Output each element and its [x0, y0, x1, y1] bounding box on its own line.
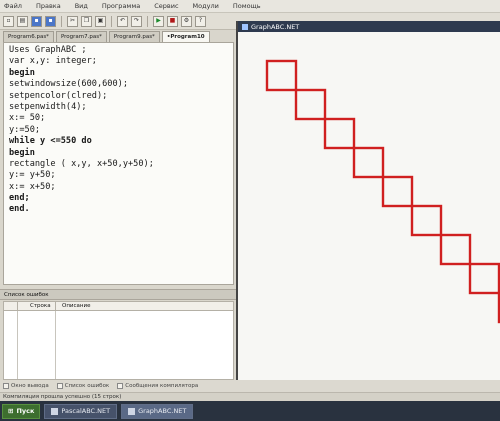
bottom-panel-tabs: Окно вывода Список ошибок Сообщения комп… — [0, 380, 500, 392]
code-line: end. — [9, 204, 30, 215]
drawing-surface — [265, 59, 500, 324]
taskbar: ⊞ Пуск PascalABC.NET GraphABC.NET — [0, 401, 500, 421]
red-square — [352, 146, 385, 179]
paste-icon[interactable]: ▣ — [95, 15, 106, 27]
windows-logo-icon: ⊞ — [8, 407, 14, 415]
code-line: x:= 50; — [9, 113, 46, 124]
error-list-header: Строка Описание — [3, 301, 234, 311]
run-icon[interactable]: ▶ — [153, 15, 164, 27]
start-button[interactable]: ⊞ Пуск — [2, 403, 41, 419]
error-list-col — [18, 311, 56, 379]
toolbar-divider — [147, 15, 148, 27]
code-line: Uses GraphABC ; — [9, 45, 87, 55]
new-file-icon[interactable]: ▫ — [3, 15, 14, 27]
tab-compiler-label: Сообщения компилятора — [125, 383, 199, 389]
tab-program9[interactable]: Program9.pas* — [108, 31, 160, 42]
code-line: rectangle ( x,y, x+50,y+50); — [9, 158, 154, 169]
error-icon-column — [4, 302, 18, 310]
tab-output-label: Окно вывода — [11, 383, 49, 389]
red-square — [468, 262, 500, 295]
drawing-canvas[interactable] — [238, 32, 500, 380]
menu-edit[interactable]: Правка — [36, 2, 61, 10]
red-square — [294, 88, 327, 121]
menu-bar: Файл Правка Вид Программа Сервис Модули … — [0, 0, 500, 13]
error-col-line[interactable]: Строка — [18, 302, 56, 310]
toolbar-divider — [111, 15, 112, 27]
menu-view[interactable]: Вид — [75, 2, 88, 10]
taskbar-item-graphabc[interactable]: GraphABC.NET — [121, 403, 194, 419]
graphabc-title-bar[interactable]: GraphABC.NET — [238, 21, 500, 32]
code-editor[interactable]: Uses GraphABC ; var x,y: integer; begin set… — [3, 42, 234, 285]
code-line: while y <=550 do — [9, 136, 92, 147]
code-line: end; — [9, 193, 30, 204]
code-line: x:= x+50; — [9, 181, 56, 192]
taskbar-item-pascal[interactable]: PascalABC.NET — [44, 403, 118, 419]
tab-output[interactable]: Окно вывода — [3, 383, 49, 389]
code-line: begin — [9, 67, 35, 78]
red-square — [381, 175, 414, 208]
compiler-messages-icon — [117, 383, 124, 389]
code-line: begin — [9, 147, 35, 158]
code-line: setpencolor(clred); — [9, 90, 108, 101]
tab-program10[interactable]: •Program10 — [161, 31, 210, 42]
error-col-description[interactable]: Описание — [56, 302, 90, 310]
taskbar-item-pascal-label: PascalABC.NET — [61, 407, 111, 415]
red-square — [323, 117, 356, 150]
graphabc-window-icon — [242, 23, 248, 30]
error-list-title: Список ошибок — [0, 289, 236, 300]
error-list-col — [4, 311, 18, 379]
error-list-icon — [56, 383, 63, 389]
red-square — [410, 204, 443, 237]
redo-icon[interactable]: ↷ — [131, 15, 142, 27]
copy-icon[interactable]: ❐ — [81, 15, 92, 27]
menu-help[interactable]: Помощь — [233, 2, 261, 10]
code-line: setpenwidth(4); — [9, 101, 87, 112]
tab-errors[interactable]: Список ошибок — [56, 383, 110, 389]
cut-icon[interactable]: ✂ — [67, 15, 78, 27]
menu-modules[interactable]: Модули — [193, 2, 219, 10]
help-icon[interactable]: ? — [195, 15, 206, 27]
tab-compiler-messages[interactable]: Сообщения компилятора — [117, 383, 198, 389]
start-label: Пуск — [16, 407, 35, 415]
stop-icon[interactable]: ■ — [167, 15, 178, 27]
error-list[interactable] — [3, 311, 234, 380]
tab-program7[interactable]: Program7.pas* — [55, 31, 107, 42]
tab-errors-label: Список ошибок — [64, 383, 110, 389]
status-bar: Компиляция прошла успешно (15 строк) — [0, 392, 500, 401]
pascal-app-icon — [51, 407, 59, 415]
menu-service[interactable]: Сервис — [154, 2, 178, 10]
editor-tabs: Program6.pas* Program7.pas* Program9.pas… — [0, 31, 236, 42]
output-window-icon — [3, 383, 9, 389]
toolbar-divider — [61, 15, 62, 27]
compile-icon[interactable]: ⚙ — [181, 15, 192, 27]
menu-program[interactable]: Программа — [102, 2, 140, 10]
menu-file[interactable]: Файл — [4, 2, 22, 10]
undo-icon[interactable]: ↶ — [117, 15, 128, 27]
code-line: var x,y: integer; — [9, 56, 97, 67]
red-square — [439, 233, 472, 266]
tab-program6[interactable]: Program6.pas* — [3, 31, 54, 42]
taskbar-item-graphabc-label: GraphABC.NET — [138, 407, 187, 415]
graphabc-window[interactable]: GraphABC.NET — [236, 21, 500, 380]
code-line: y:=50; — [9, 124, 41, 135]
graphabc-app-icon — [128, 407, 136, 415]
graphabc-title: GraphABC.NET — [251, 22, 300, 31]
save-icon[interactable]: ▪ — [31, 15, 42, 27]
code-line: y:= y+50; — [9, 170, 56, 181]
save-all-icon[interactable]: ▪ — [45, 15, 56, 27]
code-line: setwindowsize(600,600); — [9, 79, 128, 90]
red-square — [265, 59, 298, 92]
open-icon[interactable]: ▤ — [17, 15, 28, 27]
